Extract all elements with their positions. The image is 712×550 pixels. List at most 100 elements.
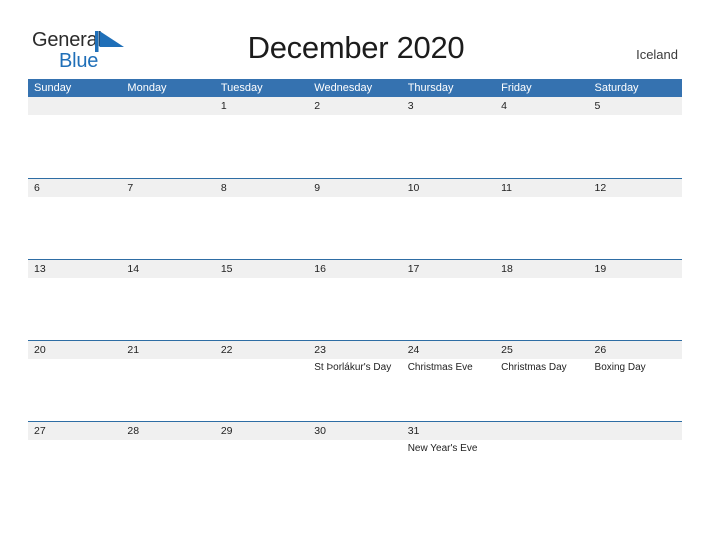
week-daynumber-band: 13 14 15 16 17 18 19: [28, 260, 682, 278]
day-number[interactable]: 19: [589, 260, 682, 278]
day-number[interactable]: 30: [308, 422, 401, 440]
day-number[interactable]: 6: [28, 179, 121, 197]
day-number[interactable]: 21: [121, 341, 214, 359]
day-cell[interactable]: [589, 197, 682, 259]
day-cell[interactable]: [308, 278, 401, 340]
day-cell[interactable]: [121, 278, 214, 340]
week-row: 27 28 29 30 31 New Year's Eve: [28, 421, 682, 502]
week-event-band: New Year's Eve: [28, 440, 682, 502]
weekday-header-wednesday: Wednesday: [314, 82, 373, 94]
holiday-label: Boxing Day: [594, 362, 646, 373]
day-cell[interactable]: [589, 115, 682, 177]
day-number[interactable]: 4: [495, 97, 588, 115]
day-number[interactable]: 26: [589, 341, 682, 359]
day-number[interactable]: 18: [495, 260, 588, 278]
weekday-header-sunday: Sunday: [34, 82, 72, 94]
day-cell[interactable]: [28, 197, 121, 259]
day-number-empty: [28, 97, 121, 115]
day-number[interactable]: 2: [308, 97, 401, 115]
day-cell[interactable]: [495, 197, 588, 259]
day-cell[interactable]: [402, 278, 495, 340]
day-cell[interactable]: [495, 115, 588, 177]
day-number[interactable]: 24: [402, 341, 495, 359]
day-cell[interactable]: [308, 197, 401, 259]
weekday-header-friday: Friday: [501, 82, 532, 94]
page-header: General Blue December 2020 Iceland: [0, 0, 712, 76]
day-number[interactable]: 11: [495, 179, 588, 197]
day-number[interactable]: 1: [215, 97, 308, 115]
day-cell[interactable]: Christmas Day: [495, 359, 588, 421]
day-number-empty: [121, 97, 214, 115]
day-number[interactable]: 10: [402, 179, 495, 197]
day-number[interactable]: 9: [308, 179, 401, 197]
week-row: 13 14 15 16 17 18 19: [28, 259, 682, 340]
weekday-header-monday: Monday: [127, 82, 167, 94]
day-cell[interactable]: [121, 197, 214, 259]
weekday-header-row: Sunday Monday Tuesday Wednesday Thursday Frid…: [28, 79, 682, 97]
day-cell: [28, 115, 121, 177]
weekday-header-thursday: Thursday: [407, 82, 454, 94]
day-number[interactable]: 7: [121, 179, 214, 197]
week-daynumber-band: 12345: [28, 97, 682, 115]
week-event-band: [28, 278, 682, 340]
day-number[interactable]: 5: [589, 97, 682, 115]
day-number[interactable]: 17: [402, 260, 495, 278]
day-number[interactable]: 3: [402, 97, 495, 115]
day-cell[interactable]: Boxing Day: [589, 359, 682, 421]
weekday-header-saturday: Saturday: [594, 82, 639, 94]
holiday-label: St Þorlákur's Day: [314, 362, 392, 373]
day-cell[interactable]: [215, 115, 308, 177]
day-number[interactable]: 29: [215, 422, 308, 440]
page-title: December 2020: [247, 30, 465, 65]
day-cell[interactable]: [308, 440, 401, 502]
day-cell[interactable]: [28, 440, 121, 502]
day-number[interactable]: 12: [589, 179, 682, 197]
week-event-band: St Þorlákur's Day Christmas Eve Christmas …: [28, 359, 682, 421]
week-row: 20 21 22 23 24 25 26 St Þorlákur's Day Christmas…: [28, 340, 682, 421]
day-cell[interactable]: [402, 115, 495, 177]
day-cell[interactable]: [495, 278, 588, 340]
day-number[interactable]: 31: [402, 422, 495, 440]
day-number[interactable]: 13: [28, 260, 121, 278]
week-row: 6 7 8 9 10 11 12: [28, 178, 682, 259]
week-event-band: [28, 197, 682, 259]
day-number[interactable]: 8: [215, 179, 308, 197]
week-daynumber-band: 27 28 29 30 31: [28, 422, 682, 440]
weekday-header-tuesday: Tuesday: [220, 82, 263, 94]
week-daynumber-band: 20 21 22 23 24 25 26: [28, 341, 682, 359]
day-number[interactable]: 27: [28, 422, 121, 440]
week-daynumber-band: 6 7 8 9 10 11 12: [28, 179, 682, 197]
day-number[interactable]: 23: [308, 341, 401, 359]
week-rows-container: 1 2 3 4 5 6 7 8 9 10 11 12 13 14 15 16 17 18 19 20 21 22 23 24 2…: [28, 97, 682, 502]
day-number[interactable]: 25: [495, 341, 588, 359]
day-cell[interactable]: [402, 197, 495, 259]
day-number-empty: [589, 422, 682, 440]
day-cell[interactable]: [215, 197, 308, 259]
day-cell[interactable]: St Þorlákur's Day: [308, 359, 401, 421]
day-number[interactable]: 16: [308, 260, 401, 278]
day-cell[interactable]: [28, 359, 121, 421]
day-cell[interactable]: [121, 359, 214, 421]
day-number[interactable]: 14: [121, 260, 214, 278]
day-cell[interactable]: [589, 278, 682, 340]
day-cell[interactable]: [215, 440, 308, 502]
holiday-label: Christmas Eve: [407, 362, 473, 373]
week-row: 12345: [28, 97, 682, 178]
day-number[interactable]: 15: [215, 260, 308, 278]
day-number[interactable]: 28: [121, 422, 214, 440]
holiday-label: New Year's Eve: [407, 443, 478, 454]
day-number[interactable]: 22: [215, 341, 308, 359]
day-cell: [121, 115, 214, 177]
day-cell[interactable]: [121, 440, 214, 502]
day-cell[interactable]: [28, 278, 121, 340]
calendar-grid: Sunday Monday Tuesday Wednesday Thursday Frid…: [28, 79, 682, 502]
day-cell[interactable]: New Year's Eve: [402, 440, 495, 502]
day-cell[interactable]: Christmas Eve: [402, 359, 495, 421]
week-event-band: [28, 115, 682, 177]
day-cell: [495, 440, 588, 502]
day-cell: [589, 440, 682, 502]
day-cell[interactable]: [215, 278, 308, 340]
day-number[interactable]: 20: [28, 341, 121, 359]
day-cell[interactable]: [308, 115, 401, 177]
day-cell[interactable]: [215, 359, 308, 421]
